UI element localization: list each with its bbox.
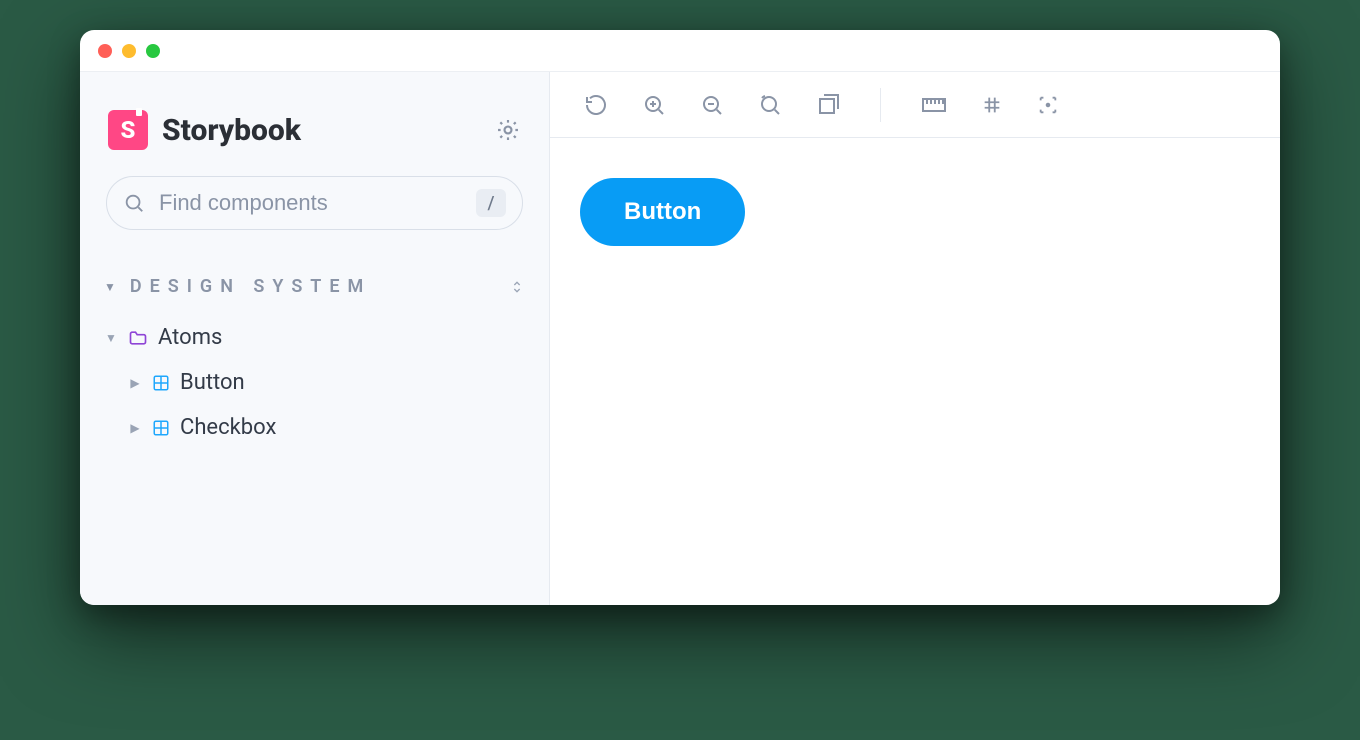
zoom-reset-button[interactable] xyxy=(758,93,782,117)
close-window-button[interactable] xyxy=(98,44,112,58)
chevron-right-icon: ▶ xyxy=(128,376,142,390)
tree-item-label: Checkbox xyxy=(180,415,276,440)
zoom-out-icon xyxy=(700,93,724,117)
preview-button-component[interactable]: Button xyxy=(580,178,745,246)
maximize-window-button[interactable] xyxy=(146,44,160,58)
ruler-button[interactable] xyxy=(921,95,947,115)
sidebar-tree: ▼ Atoms ▶ Button xyxy=(102,315,527,450)
search-shortcut-hint: / xyxy=(476,189,506,217)
preview-canvas: Button xyxy=(550,138,1280,605)
chevron-down-icon: ▼ xyxy=(104,280,116,294)
tree-item-checkbox[interactable]: ▶ Checkbox xyxy=(102,405,527,450)
outline-icon xyxy=(1037,94,1059,116)
viewport-icon xyxy=(816,93,840,117)
canvas-toolbar xyxy=(550,72,1280,138)
app-window: S Storybook xyxy=(80,30,1280,605)
sidebar-section-header[interactable]: ▼ Design System xyxy=(102,276,527,297)
brand: S Storybook xyxy=(108,110,301,150)
brand-row: S Storybook xyxy=(108,110,521,150)
gear-icon xyxy=(495,117,521,143)
tree-item-label: Button xyxy=(180,370,245,395)
refresh-icon xyxy=(584,93,608,117)
search-input[interactable] xyxy=(159,190,462,216)
zoom-reset-icon xyxy=(758,93,782,117)
search-box[interactable]: / xyxy=(106,176,523,230)
folder-icon xyxy=(128,328,148,348)
tree-folder-label: Atoms xyxy=(158,325,222,350)
window-controls xyxy=(98,44,160,58)
chevron-right-icon: ▶ xyxy=(128,421,142,435)
app-body: S Storybook xyxy=(80,72,1280,605)
component-icon xyxy=(152,419,170,437)
zoom-out-button[interactable] xyxy=(700,93,724,117)
search-icon xyxy=(123,192,145,214)
chevron-down-icon: ▼ xyxy=(104,331,118,345)
titlebar xyxy=(80,30,1280,72)
minimize-window-button[interactable] xyxy=(122,44,136,58)
viewport-button[interactable] xyxy=(816,93,840,117)
component-icon xyxy=(152,374,170,392)
sidebar: S Storybook xyxy=(80,72,550,605)
zoom-in-button[interactable] xyxy=(642,93,666,117)
storybook-logo-icon: S xyxy=(108,110,148,150)
grid-icon xyxy=(981,94,1003,116)
zoom-in-icon xyxy=(642,93,666,117)
toolbar-divider xyxy=(880,88,881,122)
main-panel: Button xyxy=(550,72,1280,605)
brand-name: Storybook xyxy=(162,113,301,148)
tree-folder-atoms[interactable]: ▼ Atoms xyxy=(102,315,527,360)
sidebar-section-title: Design System xyxy=(130,276,371,297)
grid-button[interactable] xyxy=(981,94,1003,116)
outline-button[interactable] xyxy=(1037,94,1059,116)
settings-button[interactable] xyxy=(495,117,521,143)
ruler-icon xyxy=(921,95,947,115)
expand-collapse-icon[interactable] xyxy=(509,279,525,295)
refresh-button[interactable] xyxy=(584,93,608,117)
tree-item-button[interactable]: ▶ Button xyxy=(102,360,527,405)
